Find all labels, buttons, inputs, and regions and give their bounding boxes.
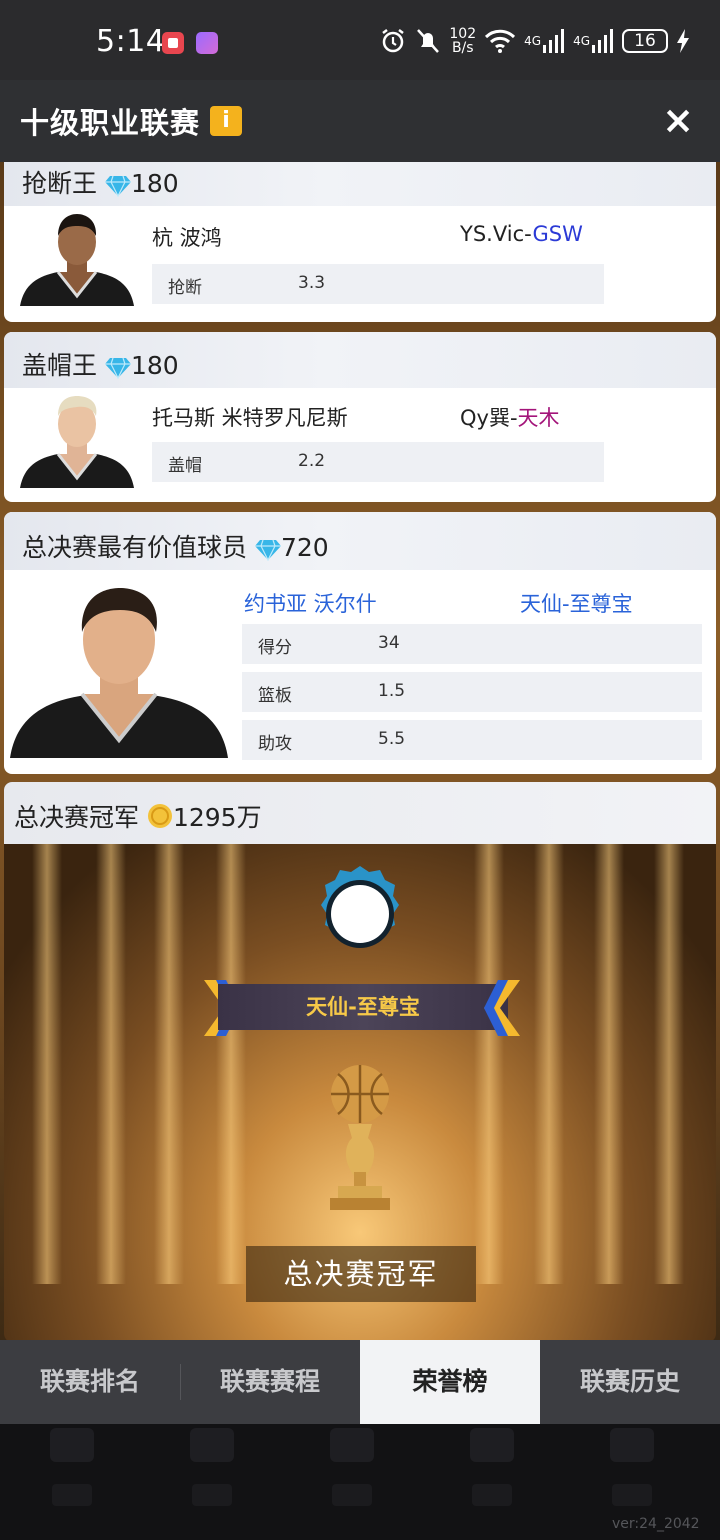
tab-league-ranking[interactable]: 联赛排名 (0, 1340, 180, 1424)
player-name: 托马斯 米特罗凡尼斯 (152, 406, 348, 430)
trophy-icon (318, 1062, 402, 1212)
charging-icon (676, 26, 690, 56)
stat-value: 2.2 (298, 451, 326, 471)
finals-champion-card: 总决赛冠军 1295万 天仙-至尊宝 总决赛冠军 (4, 782, 716, 1342)
stat-label: 得分 (258, 638, 292, 658)
steals-leader-card: 抢断王 180 杭 波鸿 YS.Vic-GSW 抢断 3.3 (4, 162, 716, 322)
cell-signal-icon: 4G (524, 26, 565, 56)
card-title: 抢断王 (22, 169, 98, 198)
alarm-icon (379, 26, 407, 56)
stat-value: 5.5 (378, 729, 406, 749)
stat-row: 助攻 5.5 (242, 720, 702, 760)
blurred-nav-label (192, 1484, 232, 1506)
chevron-right-icon (484, 980, 520, 1036)
reward-amount: 180 (130, 351, 179, 380)
player-team: 天仙-至尊宝 (520, 592, 633, 616)
status-bar: 5:14 102 B/s 4G 4G 16 (0, 0, 720, 80)
reward-amount: 180 (130, 169, 179, 198)
card-title: 盖帽王 (22, 351, 98, 380)
stat-row: 篮板 1.5 (242, 672, 702, 712)
team-suffix: 天木 (517, 406, 560, 430)
team-prefix: YS.Vic- (460, 222, 533, 246)
card-title: 总决赛最有价值球员 (22, 533, 248, 562)
stat-row: 得分 34 (242, 624, 702, 664)
finals-mvp-card: 总决赛最有价值球员 720 约书亚 沃尔什 天仙-至尊宝 得分 34 篮板 1.… (4, 512, 716, 774)
stat-row: 抢断 3.3 (152, 264, 604, 304)
card-title: 总决赛冠军 (14, 803, 140, 832)
champion-stage: 天仙-至尊宝 总决赛冠军 (4, 844, 716, 1342)
card-header: 盖帽王 180 (4, 332, 716, 388)
reward-amount: 1295万 (172, 803, 262, 832)
player-name: 约书亚 沃尔什 (244, 592, 377, 616)
stat-value: 1.5 (378, 681, 406, 701)
diamond-icon (254, 538, 281, 562)
status-time: 5:14 (96, 24, 166, 59)
team-prefix: Qy巽- (460, 406, 518, 430)
player-portrait (20, 210, 134, 306)
battery-level: 16 (634, 31, 656, 51)
network-speed-unit: B/s (451, 40, 474, 56)
wifi-icon (484, 26, 516, 56)
info-icon[interactable]: i (210, 106, 242, 136)
blurred-nav-label (52, 1484, 92, 1506)
team-logo-badge (310, 864, 410, 964)
cell-signal-icon-2: 4G (573, 26, 614, 56)
blurred-nav-label (612, 1484, 652, 1506)
player-team: YS.Vic-GSW (460, 222, 583, 246)
signal-label-2: 4G (573, 34, 590, 48)
team-suffix: GSW (532, 222, 583, 246)
blurred-nav-icon (190, 1428, 234, 1462)
diamond-icon (104, 174, 131, 198)
blurred-nav-icon (330, 1428, 374, 1462)
champion-team: 天仙-至尊宝 (218, 984, 508, 1030)
battery-icon: 16 (622, 29, 668, 53)
status-icons: 102 B/s 4G 4G 16 (379, 24, 690, 58)
notification-app-icon (162, 32, 184, 54)
blocks-leader-card: 盖帽王 180 托马斯 米特罗凡尼斯 Qy巽-天木 盖帽 2.2 (4, 332, 716, 502)
notification-app-icon-2 (196, 32, 218, 54)
mute-icon (415, 26, 441, 56)
coin-icon (147, 803, 173, 835)
stat-label: 盖帽 (168, 456, 202, 476)
tab-league-history[interactable]: 联赛历史 (540, 1340, 720, 1424)
champion-caption: 总决赛冠军 (246, 1246, 476, 1302)
blurred-nav-icon (610, 1428, 654, 1462)
network-speed: 102 B/s (449, 27, 476, 55)
blurred-nav-label (332, 1484, 372, 1506)
card-header: 抢断王 180 (4, 162, 716, 206)
stat-value: 34 (378, 633, 400, 653)
page-title: 十级职业联赛 (20, 106, 201, 140)
signal-label-1: 4G (524, 34, 542, 48)
blurred-nav-icon (470, 1428, 514, 1462)
reward-amount: 720 (280, 533, 329, 562)
player-portrait (20, 392, 134, 488)
tab-honor-list[interactable]: 荣誉榜 (360, 1340, 540, 1424)
honor-list[interactable]: 抢断王 180 杭 波鸿 YS.Vic-GSW 抢断 3.3 盖帽王 180 托… (0, 162, 720, 1342)
stat-value: 3.3 (298, 273, 326, 293)
player-portrait (10, 582, 228, 758)
stat-row: 盖帽 2.2 (152, 442, 604, 482)
stat-label: 抢断 (168, 278, 202, 298)
blurred-nav-icon (50, 1428, 94, 1462)
player-name: 杭 波鸿 (152, 226, 222, 250)
network-speed-value: 102 (449, 26, 477, 42)
close-button[interactable]: × (660, 100, 696, 140)
player-team: Qy巽-天木 (460, 402, 560, 432)
stat-label: 篮板 (258, 686, 292, 706)
version-label: ver:24_2042 (612, 1516, 700, 1532)
stat-label: 助攻 (258, 734, 292, 754)
card-header: 总决赛冠军 1295万 (4, 782, 716, 844)
diamond-icon (104, 356, 131, 380)
blurred-nav-label (472, 1484, 512, 1506)
bottom-tab-bar: 联赛排名 联赛赛程 荣誉榜 联赛历史 (0, 1340, 720, 1424)
tab-league-schedule[interactable]: 联赛赛程 (180, 1340, 360, 1424)
card-header: 总决赛最有价值球员 720 (4, 512, 716, 570)
